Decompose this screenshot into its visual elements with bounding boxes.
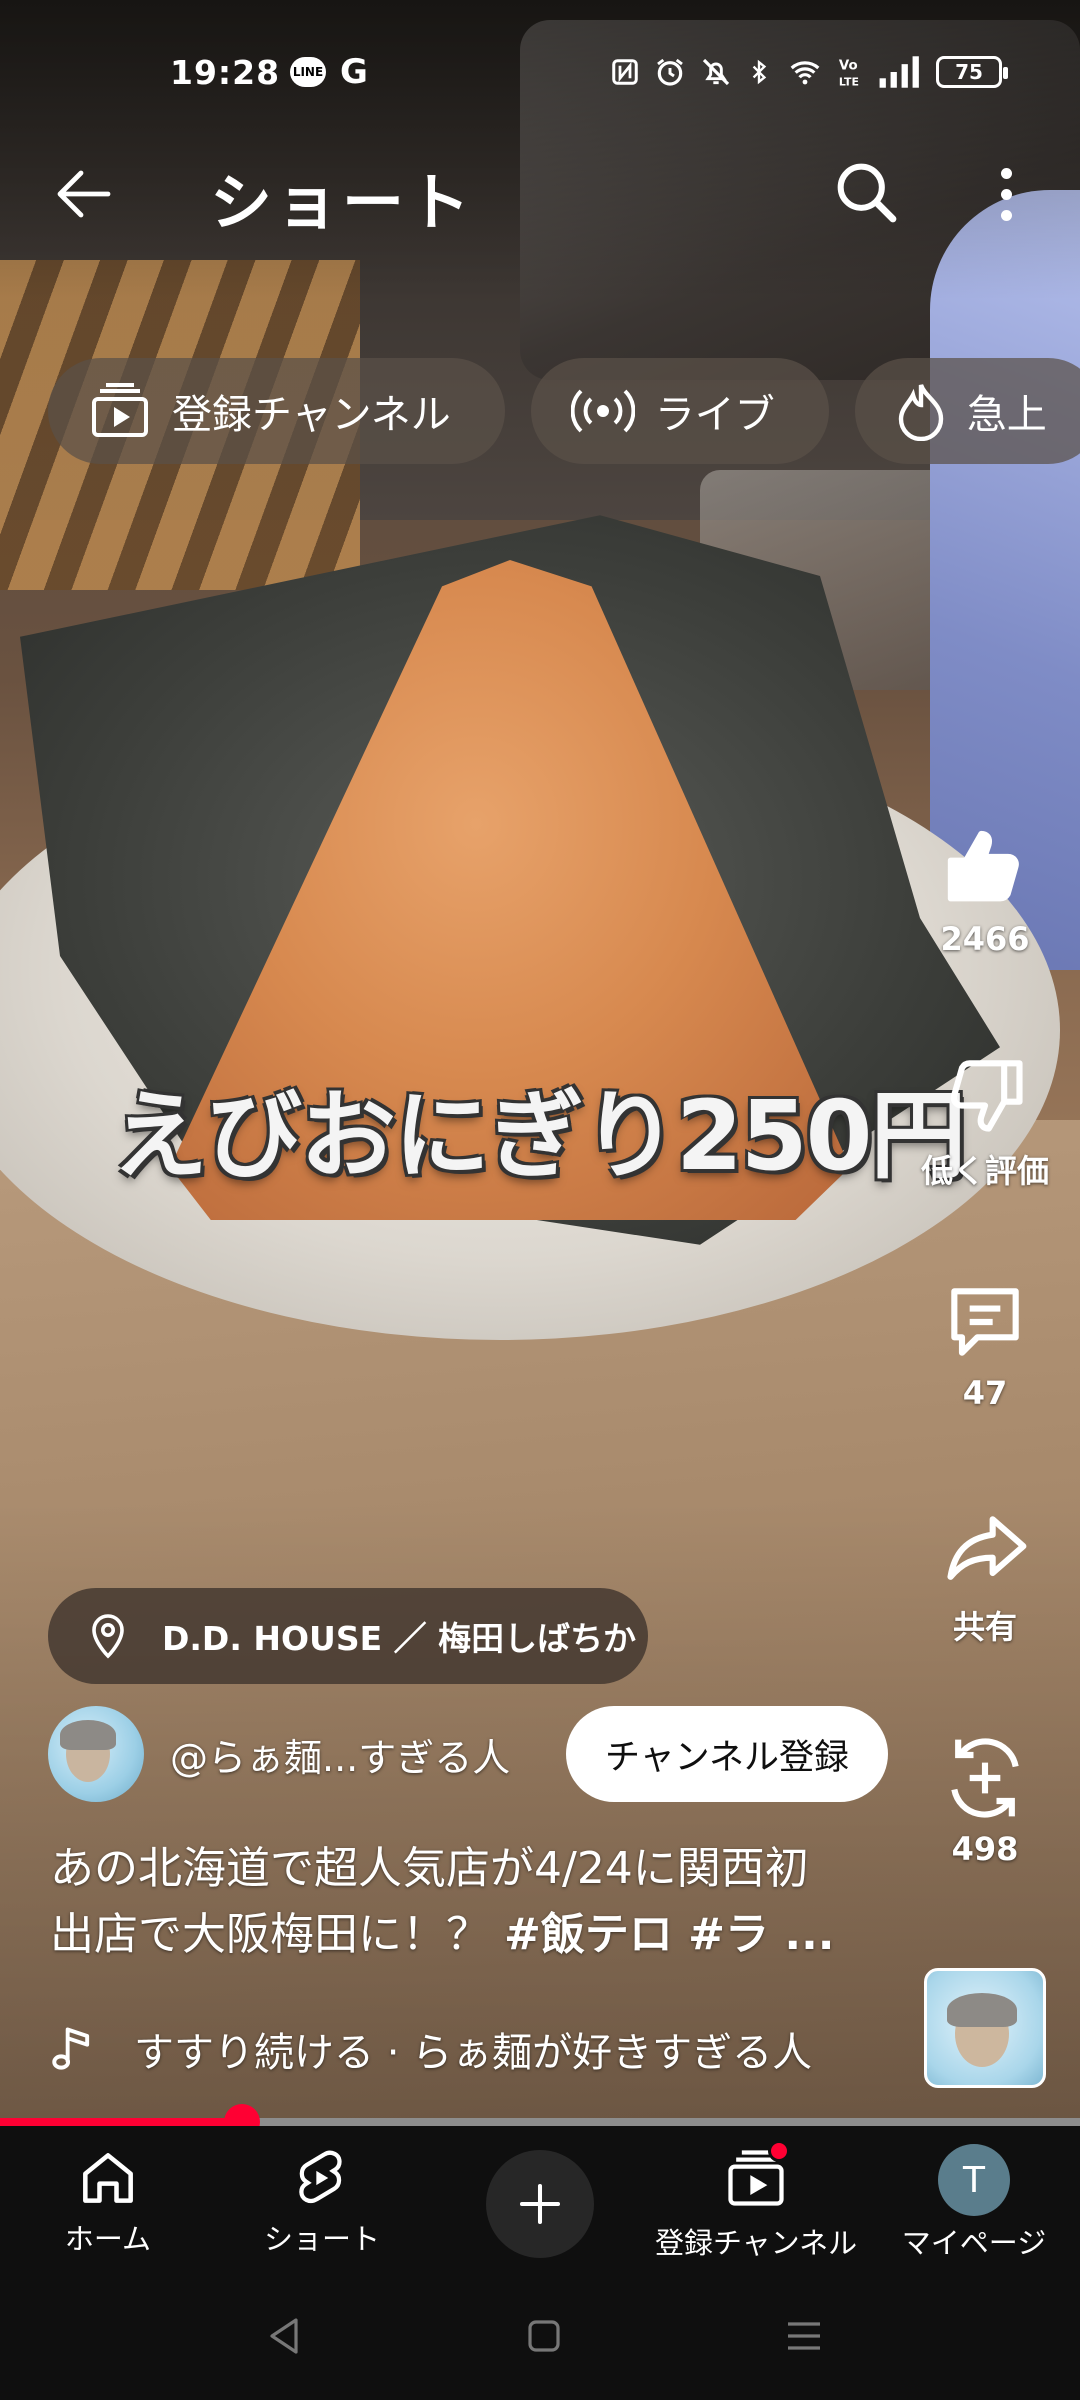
line-icon: LINE <box>290 57 326 87</box>
chip-subscriptions[interactable]: 登録チャンネル <box>48 358 505 464</box>
status-left-icons: LINE G <box>290 52 368 92</box>
nav-me[interactable]: T マイページ <box>874 2144 1074 2262</box>
battery-level: 75 <box>955 60 983 84</box>
description-line: あの北海道で超人気店が4/24に関西初 <box>50 1843 809 1894</box>
volte-icon: VoLTE <box>839 59 859 89</box>
channel-handle[interactable]: @らぁ麺...すぎる人 <box>170 1727 510 1782</box>
status-right-icons: Vo LTE 75 <box>610 55 1008 89</box>
comment-icon <box>951 1288 1019 1356</box>
dislike-label: 低く評価 <box>920 1152 1049 1190</box>
progress-bar[interactable] <box>0 2104 1080 2140</box>
chip-label: 登録チャンネル <box>172 392 451 438</box>
video-description[interactable]: あの北海道で超人気店が4/24に関西初 出店で大阪梅田に！？ #飯テロ #ラ .… <box>50 1836 890 1968</box>
svg-text:Vo: Vo <box>839 59 858 74</box>
notification-dot <box>768 2140 790 2162</box>
chip-label: ライブ <box>654 392 775 438</box>
hashtags[interactable]: #飯テロ #ラ ... <box>504 1909 835 1960</box>
channel-avatar[interactable] <box>48 1706 144 1802</box>
comment-count: 47 <box>962 1374 1008 1412</box>
mute-icon <box>702 58 730 86</box>
user-avatar: T <box>938 2144 1010 2216</box>
bluetooth-icon <box>752 59 767 85</box>
nav-shorts[interactable]: ショート <box>222 2144 422 2258</box>
share-label: 共有 <box>952 1608 1017 1646</box>
music-note-icon <box>52 2027 90 2070</box>
description-text: 出店で大阪梅田に！？ <box>50 1909 504 1960</box>
alarm-icon <box>657 58 683 86</box>
plus-icon <box>519 2183 561 2225</box>
home-icon <box>83 2153 133 2203</box>
like-icon <box>947 830 1019 902</box>
nav-label: マイページ <box>901 2226 1047 2260</box>
chip-label: 急上 <box>966 392 1047 438</box>
shorts-icon <box>299 2150 342 2204</box>
system-back-icon[interactable] <box>262 2312 310 2360</box>
nav-home[interactable]: ホーム <box>8 2144 208 2258</box>
channel-row: @らぁ麺...すぎる人 チャンネル登録 <box>48 1706 898 1802</box>
video-caption: えびおにぎり250円 <box>112 1080 966 1192</box>
like-count: 2466 <box>940 920 1030 958</box>
bottom-nav: ホーム ショート 登録チャンネル T マイページ <box>0 2126 1080 2278</box>
remix-icon <box>951 1738 1019 1818</box>
subscriptions-icon-wrap <box>722 2140 790 2216</box>
description-line: 出店で大阪梅田に！？ #飯テロ #ラ ... <box>50 1902 890 1968</box>
page-title: ショート <box>210 166 475 239</box>
svg-text:LTE: LTE <box>839 75 859 88</box>
remix-count: 498 <box>951 1830 1019 1868</box>
status-time: 19:28 <box>170 52 281 92</box>
signal-icon <box>879 56 919 88</box>
dislike-action[interactable]: 低く評価 <box>920 1048 1050 1192</box>
search-icon[interactable] <box>828 154 904 230</box>
music-row[interactable]: すすり続ける · らぁ麺が好きすぎる人 <box>50 2014 812 2084</box>
music-text: すすり続ける · らぁ麺が好きすぎる人 <box>134 2030 813 2076</box>
chip-trending[interactable]: 急上 <box>854 358 1080 464</box>
nfc-icon <box>612 59 638 85</box>
nav-label: 登録チャンネル <box>654 2226 858 2260</box>
system-recents-icon[interactable] <box>780 2312 828 2360</box>
nav-subscriptions[interactable]: 登録チャンネル <box>654 2140 858 2262</box>
comment-action[interactable]: 47 <box>920 1276 1050 1412</box>
nav-label: ショート <box>263 2222 380 2256</box>
google-icon: G <box>340 52 368 92</box>
nav-label: ホーム <box>64 2222 152 2256</box>
location-text: D.D. HOUSE ／ 梅田しばちか <box>162 1619 637 1658</box>
back-arrow-icon[interactable] <box>48 158 120 230</box>
live-icon <box>570 389 635 433</box>
subscriptions-icon <box>92 383 148 437</box>
wifi-icon <box>790 61 820 85</box>
trending-icon <box>898 384 944 441</box>
dislike-icon <box>950 1060 1023 1132</box>
filter-chips: 登録チャンネル ライブ 急上 <box>48 358 1080 464</box>
share-icon <box>947 1516 1027 1580</box>
location-pin-icon <box>92 1614 124 1659</box>
system-home-icon[interactable] <box>520 2312 568 2360</box>
remix-action[interactable]: 498 <box>920 1732 1050 1868</box>
header: ショート <box>0 140 1080 250</box>
share-action[interactable]: 共有 <box>920 1504 1050 1648</box>
status-bar: 19:28 LINE G Vo LTE 75 <box>0 40 1080 104</box>
like-action[interactable]: 2466 <box>920 822 1050 958</box>
more-vert-icon[interactable] <box>986 154 1026 234</box>
battery-indicator: 75 <box>936 56 1008 88</box>
create-button[interactable] <box>486 2150 594 2258</box>
system-nav-bar <box>0 2278 1080 2400</box>
progress-fill <box>0 2118 242 2126</box>
music-thumbnail[interactable] <box>924 1968 1046 2088</box>
subscribe-button[interactable]: チャンネル登録 <box>566 1706 888 1802</box>
location-tag[interactable]: D.D. HOUSE ／ 梅田しばちか <box>48 1588 648 1684</box>
chip-live[interactable]: ライブ <box>530 358 829 464</box>
